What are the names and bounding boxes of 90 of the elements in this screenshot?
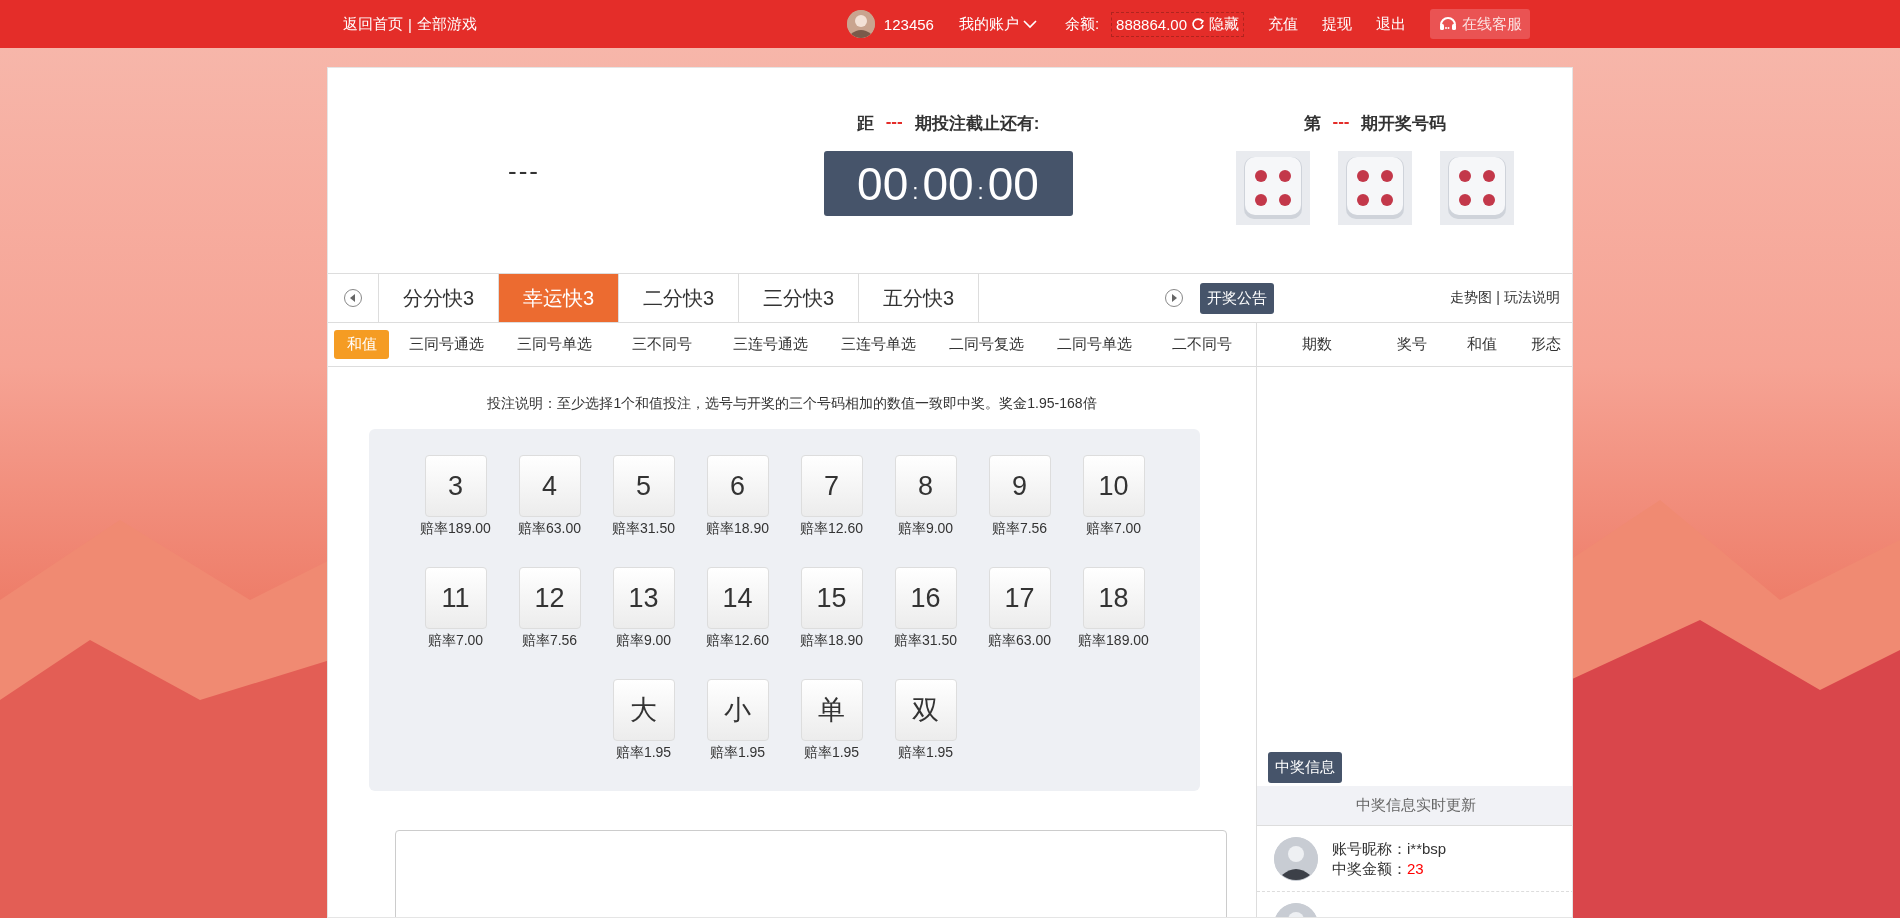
balance-amount: 888864.00	[1116, 15, 1187, 33]
odds-label: 赔率7.00	[1085, 520, 1142, 538]
odds-label: 赔率7.56	[991, 520, 1048, 538]
draw-suffix: 期开奖号码	[1361, 113, 1447, 135]
top-link[interactable]: 提现	[1322, 14, 1352, 34]
odds-label: 赔率9.00	[615, 632, 672, 650]
countdown-suffix: 期投注截止还有:	[914, 113, 1040, 135]
bet-option-button[interactable]: 双	[894, 679, 957, 741]
column-header: 期数	[1301, 335, 1333, 354]
arrow-left-icon[interactable]	[343, 288, 363, 308]
bet-option-button[interactable]: 7	[800, 455, 863, 517]
odds-label: 赔率1.95	[803, 744, 860, 762]
odds-label: 赔率63.00	[987, 632, 1051, 650]
play-tab[interactable]: 三不同号	[608, 330, 717, 359]
bet-option-button[interactable]: 3	[424, 455, 487, 517]
bet-option-button[interactable]: 18	[1082, 567, 1145, 629]
odds-label: 赔率1.95	[615, 744, 672, 762]
avatar-silhouette-icon	[1274, 836, 1318, 881]
bet-option-button[interactable]: 13	[612, 567, 675, 629]
odds-label: 赔率7.00	[427, 632, 484, 650]
play-tab[interactable]: 三连号单选	[824, 330, 933, 359]
bet-option-button[interactable]: 14	[706, 567, 769, 629]
odds-label: 赔率18.90	[705, 520, 769, 538]
chevron-down-icon	[1022, 19, 1037, 29]
link-separator: |	[1496, 289, 1500, 307]
hide-link[interactable]: 隐藏	[1209, 14, 1239, 34]
refresh-icon	[1191, 17, 1205, 31]
timer-colon: :	[912, 178, 919, 205]
odds-label: 赔率1.95	[709, 744, 766, 762]
top-link[interactable]: 充值	[1268, 14, 1298, 34]
nav-link[interactable]: 全部游戏	[416, 14, 477, 34]
bet-option-button[interactable]: 4	[518, 455, 581, 517]
user-avatar-icon	[846, 10, 875, 38]
odds-label: 赔率12.60	[705, 632, 769, 650]
bet-option-button[interactable]: 单	[800, 679, 863, 741]
bet-option-button[interactable]: 17	[988, 567, 1051, 629]
top-link[interactable]: 退出	[1376, 14, 1406, 34]
bet-option-button[interactable]: 小	[706, 679, 769, 741]
bet-option-button[interactable]: 16	[894, 567, 957, 629]
column-header: 奖号	[1396, 335, 1428, 354]
arrow-right-icon[interactable]	[1163, 288, 1184, 308]
bet-option-button[interactable]: 15	[800, 567, 863, 629]
bet-option-button[interactable]: 8	[894, 455, 957, 517]
timer-digits: 00	[857, 156, 909, 211]
play-tab[interactable]: 三同号通选	[392, 330, 501, 359]
odds-label: 赔率7.56	[521, 632, 578, 650]
draw-prefix: 第	[1303, 113, 1321, 135]
winners-banner: 中奖信息实时更新	[1257, 786, 1572, 826]
account-menu[interactable]: 我的账户	[958, 14, 1037, 34]
nav-separator: |	[408, 15, 412, 33]
odds-label: 赔率1.95	[897, 744, 954, 762]
odds-label: 赔率18.90	[799, 632, 863, 650]
announcement-button[interactable]: 开奖公告	[1199, 282, 1274, 314]
play-tab[interactable]: 三连号通选	[716, 330, 825, 359]
column-header: 和值	[1466, 335, 1498, 354]
help-link[interactable]: 玩法说明	[1504, 289, 1560, 307]
play-tab[interactable]: 二不同号	[1148, 330, 1256, 359]
odds-label: 赔率189.00	[420, 520, 491, 538]
play-tab[interactable]: 三同号单选	[500, 330, 609, 359]
winners-button[interactable]: 中奖信息	[1268, 752, 1342, 783]
balance-label: 余额:	[1064, 14, 1100, 34]
timer-digits: 00	[922, 156, 974, 211]
timer-colon: :	[977, 178, 984, 205]
winner-amount: 中奖金额：23	[1332, 858, 1425, 879]
play-tab[interactable]: 二同号单选	[1040, 330, 1148, 359]
countdown-prefix: 距	[856, 113, 874, 135]
column-header: 形态	[1530, 335, 1562, 354]
bet-option-button[interactable]: 6	[706, 455, 769, 517]
current-issue: ---	[508, 156, 540, 187]
countdown-issue: ---	[885, 112, 903, 133]
bet-option-button[interactable]: 12	[518, 567, 581, 629]
odds-label: 赔率12.60	[799, 520, 863, 538]
bet-option-button[interactable]: 10	[1082, 455, 1145, 517]
nav-link[interactable]: 返回首页	[343, 14, 403, 34]
timer-digits: 00	[987, 156, 1039, 211]
bet-instruction: 投注说明：至少选择1个和值投注，选号与开奖的三个号码相加的数值一致即中奖。奖金1.95-168倍	[486, 395, 1098, 413]
odds-label: 赔率31.50	[893, 632, 957, 650]
user-name: 123456	[883, 15, 934, 33]
bet-option-button[interactable]: 11	[424, 567, 487, 629]
odds-label: 赔率31.50	[611, 520, 675, 538]
bet-option-button[interactable]: 5	[612, 455, 675, 517]
bet-option-button[interactable]: 大	[612, 679, 675, 741]
draw-issue: ---	[1332, 112, 1350, 133]
bet-option-button[interactable]: 9	[988, 455, 1051, 517]
odds-label: 赔率189.00	[1078, 632, 1149, 650]
play-tab[interactable]: 二同号复选	[932, 330, 1041, 359]
odds-label: 赔率9.00	[897, 520, 954, 538]
winner-name: 账号昵称：i**bsp	[1332, 838, 1447, 859]
odds-label: 赔率63.00	[517, 520, 581, 538]
help-link[interactable]: 走势图	[1450, 289, 1493, 307]
